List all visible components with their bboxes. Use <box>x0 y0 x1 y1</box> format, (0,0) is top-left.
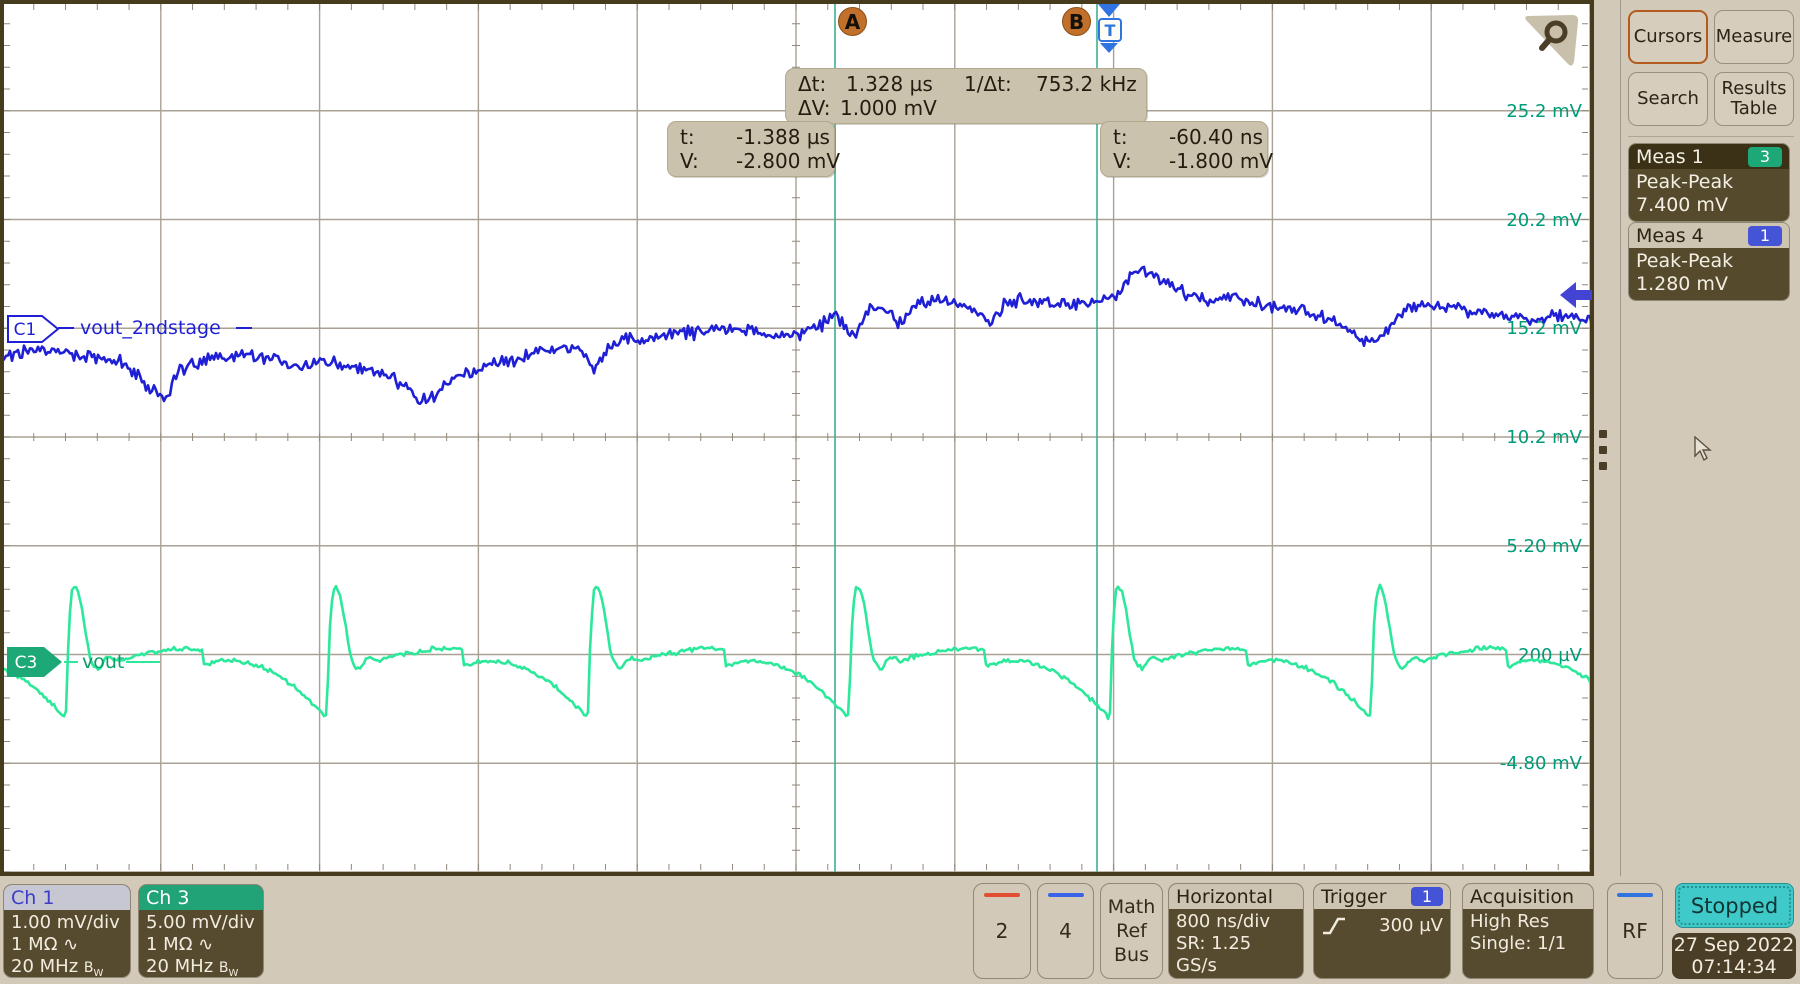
meas-4-type: Peak-Peak <box>1636 250 1782 273</box>
meas-4-value: 1.280 mV <box>1636 273 1782 296</box>
horizontal-title: Horizontal <box>1176 886 1273 908</box>
cursor-b-marker[interactable]: B <box>1062 7 1091 36</box>
mouse-pointer <box>1693 436 1713 462</box>
trigger-flag-tail-icon <box>1100 43 1118 53</box>
measure-button[interactable]: Measure <box>1714 10 1794 64</box>
date-text: 27 Sep 2022 <box>1674 934 1794 956</box>
acquisition-title: Acquisition <box>1470 886 1574 908</box>
horizontal-record-length: RL: 10 kpts <box>1176 977 1296 979</box>
ch3-title: Ch 3 <box>146 887 189 909</box>
horizontal-sample-rate: SR: 1.25 GS/s <box>1176 933 1296 977</box>
meas-1-card[interactable]: Meas 1 3 Peak-Peak 7.400 mV <box>1628 143 1790 222</box>
bottom-toolbar: Ch 1 1.00 mV/div 1 MΩ ∿ 20 MHz BW Ch 3 5… <box>0 876 1800 984</box>
dv-value: 1.000 mV <box>840 96 1134 120</box>
channel-3-leader-line <box>64 661 78 663</box>
trigger-title: Trigger <box>1321 886 1387 908</box>
horizontal-badge[interactable]: Horizontal 800 ns/div SR: 1.25 GS/s RL: … <box>1168 883 1304 979</box>
cursor-delta-readout[interactable]: Δt: 1.328 µs 1/Δt: 753.2 kHz ΔV: 1.000 m… <box>785 68 1147 124</box>
acquisition-mode: High Res <box>1470 911 1586 933</box>
svg-text:C3: C3 <box>15 653 38 673</box>
cursor-b-v-value: -1.800 mV <box>1169 149 1273 173</box>
dt-label: Δt: <box>798 72 838 96</box>
zoom-corner-button[interactable] <box>1522 8 1586 68</box>
panel-drag-handle[interactable] <box>1599 430 1609 478</box>
channel-4-button[interactable]: 4 <box>1037 883 1094 979</box>
cursor-a-t-value: -1.388 µs <box>736 125 830 149</box>
channel-3-label[interactable]: vout <box>82 651 124 673</box>
ch1-title: Ch 1 <box>11 887 54 909</box>
channel-1-badge[interactable]: Ch 1 1.00 mV/div 1 MΩ ∿ 20 MHz BW <box>3 884 131 978</box>
math-ref-bus-button[interactable]: Math Ref Bus <box>1100 883 1163 979</box>
search-button[interactable]: Search <box>1628 72 1708 126</box>
inv-dt-value: 753.2 kHz <box>1036 72 1137 96</box>
acquisition-single: Single: 1/1 <box>1470 933 1586 955</box>
panel-section-divider <box>1628 136 1794 137</box>
acquisition-status-button[interactable]: Stopped <box>1675 883 1794 928</box>
cursor-a-marker[interactable]: A <box>838 7 867 36</box>
axis-label: 20.2 mV <box>1506 210 1582 231</box>
horizontal-scale: 800 ns/div <box>1176 911 1296 933</box>
ch3-bw-limit-icon: BW <box>219 960 239 976</box>
channel-1-tag[interactable]: C1 <box>6 314 60 344</box>
results-table-button[interactable]: Results Table <box>1714 72 1794 126</box>
waveform-display[interactable]: 25.2 mV20.2 mV15.2 mV10.2 mV5.20 mV200 µ… <box>0 0 1594 876</box>
meas-1-type: Peak-Peak <box>1636 171 1782 194</box>
ch3-bandwidth: 20 MHz <box>146 956 213 977</box>
cursor-b-t-label: t: <box>1113 125 1155 149</box>
trigger-badge[interactable]: Trigger 1 300 µV <box>1313 883 1451 979</box>
trigger-level: 300 µV <box>1379 915 1443 937</box>
ch1-coupling: 1 MΩ ∿ <box>11 934 123 956</box>
meas-1-source-badge: 3 <box>1748 147 1782 167</box>
dv-label: ΔV: <box>798 96 838 120</box>
ch4-color-line <box>1048 893 1084 897</box>
axis-label: 25.2 mV <box>1506 101 1582 122</box>
rf-color-line <box>1617 893 1653 897</box>
rf-button[interactable]: RF <box>1607 883 1663 979</box>
cursors-button[interactable]: Cursors <box>1628 10 1708 64</box>
trigger-flag[interactable]: T <box>1098 18 1122 42</box>
ch2-color-line <box>984 893 1020 897</box>
trigger-source-badge: 1 <box>1411 887 1443 906</box>
acquisition-badge[interactable]: Acquisition High Res Single: 1/1 <box>1462 883 1594 979</box>
cursor-b-t-value: -60.40 ns <box>1169 125 1263 149</box>
trigger-position-icon[interactable] <box>1098 4 1120 17</box>
svg-text:C1: C1 <box>14 320 37 340</box>
meas-1-title: Meas 1 <box>1636 146 1704 168</box>
ch3-scale: 5.00 mV/div <box>146 912 256 934</box>
cursor-a-v-label: V: <box>680 149 722 173</box>
channel-3-leader-line2 <box>126 661 160 663</box>
ch1-scale: 1.00 mV/div <box>11 912 123 934</box>
axis-label: -4.80 mV <box>1500 753 1583 774</box>
cursor-b-v-label: V: <box>1113 149 1155 173</box>
meas-1-value: 7.400 mV <box>1636 194 1782 217</box>
inv-dt-label: 1/Δt: <box>964 72 1028 96</box>
ch1-bandwidth: 20 MHz <box>11 956 78 977</box>
datetime-display: 27 Sep 2022 07:14:34 <box>1672 933 1796 979</box>
channel-2-button[interactable]: 2 <box>973 883 1031 979</box>
cursor-a-readout[interactable]: t: -1.388 µs V: -2.800 mV <box>667 121 835 177</box>
cursor-b-readout[interactable]: t: -60.40 ns V: -1.800 mV <box>1100 121 1268 177</box>
channel-1-leader-line <box>58 327 74 329</box>
axis-label: 5.20 mV <box>1506 536 1582 557</box>
axis-label: 10.2 mV <box>1506 427 1582 448</box>
cursor-a-v-value: -2.800 mV <box>736 149 840 173</box>
meas-4-source-badge: 1 <box>1748 226 1782 246</box>
meas-4-title: Meas 4 <box>1636 225 1704 247</box>
cursor-a-t-label: t: <box>680 125 722 149</box>
panel-divider <box>1620 0 1621 876</box>
ch3-coupling: 1 MΩ ∿ <box>146 934 256 956</box>
channel-1-label[interactable]: vout_2ndstage <box>80 317 221 339</box>
channel-3-tag[interactable]: C3 <box>6 646 64 678</box>
ch1-bw-limit-icon: BW <box>84 960 104 976</box>
oscilloscope-screen: 25.2 mV20.2 mV15.2 mV10.2 mV5.20 mV200 µ… <box>0 0 1800 984</box>
dt-value: 1.328 µs <box>846 72 956 96</box>
channel-1-position-arrow[interactable] <box>1559 280 1593 310</box>
trigger-slope-rising-icon <box>1321 915 1347 937</box>
meas-4-card[interactable]: Meas 4 1 Peak-Peak 1.280 mV <box>1628 222 1790 301</box>
channel-3-badge[interactable]: Ch 3 5.00 mV/div 1 MΩ ∿ 20 MHz BW <box>138 884 264 978</box>
channel-1-leader-line2 <box>236 327 252 329</box>
time-text: 07:14:34 <box>1691 956 1776 978</box>
